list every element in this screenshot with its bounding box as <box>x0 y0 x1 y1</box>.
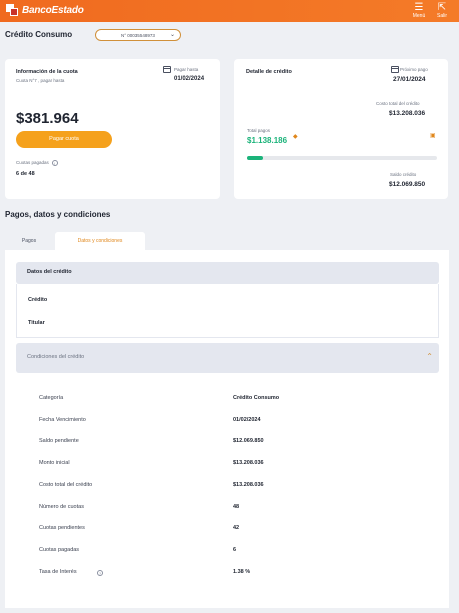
datos-credito-header[interactable]: Datos del crédito <box>16 262 439 284</box>
total-payments-value: $1.138.186 <box>247 136 288 145</box>
condicion-key: Fecha Vencimiento <box>39 416 86 423</box>
account-select[interactable]: N° 00035548973 ⌄ <box>95 29 181 41</box>
total-payments-label: Total pagos <box>247 128 271 133</box>
payments-progress-bar <box>247 156 437 160</box>
cuota-card-title: Información de la cuota <box>16 69 78 75</box>
detail-card-title: Detalle de crédito <box>246 69 292 75</box>
total-cost-label: Costo total del crédito <box>376 101 420 106</box>
calendar-icon <box>163 66 171 73</box>
condicion-key: Cuotas pendientes <box>39 525 85 532</box>
tag-icon: ◆ <box>293 134 298 140</box>
chevron-up-icon: ⌃ <box>426 352 433 361</box>
top-bar: BancoEstado ☰ Menú ⇱ Salir <box>0 0 459 22</box>
datos-item-credito[interactable]: Crédito <box>28 297 47 303</box>
condicion-key: Monto inicial <box>39 460 70 467</box>
condicion-row: Número de cuotas 48 <box>34 504 434 514</box>
condicion-row: Cuotas pendientes 42 <box>34 525 434 535</box>
chevron-down-icon: ⌄ <box>169 32 175 38</box>
total-cost-value: $13.208.036 <box>389 110 426 117</box>
account-select-value: N° 00035548973 <box>121 32 155 38</box>
exit-button[interactable]: ⇱ Salir <box>432 2 452 19</box>
condicion-row: Monto inicial $13.208.036 <box>34 460 434 470</box>
condicion-key: Saldo pendiente <box>39 438 79 445</box>
due-date: 01/02/2024 <box>174 76 205 82</box>
condicion-row: Categoría Crédito Consumo <box>34 395 434 405</box>
condicion-value: Crédito Consumo <box>233 395 280 401</box>
tab-pagos[interactable]: Pagos <box>5 232 53 250</box>
wallet-icon: ▣ <box>430 133 436 139</box>
brand-name: BancoEstado <box>22 4 84 16</box>
condicion-row: Tasa de Interés? 1.38 % <box>34 569 434 579</box>
condicion-value: 1.38 % <box>233 568 251 575</box>
cuota-info-card: Información de la cuota Cuota N°7 , paga… <box>5 59 220 199</box>
condicion-key: Cuotas pagadas <box>39 546 80 553</box>
condicion-row: Cuotas pagadas 6 <box>34 547 434 557</box>
section-title: Pagos, datos y condiciones <box>5 210 111 219</box>
info-icon[interactable]: ? <box>97 569 103 576</box>
title-row: Crédito Consumo N° 00035548973 ⌄ <box>0 26 459 46</box>
condicion-value: $13.208.036 <box>233 481 264 488</box>
next-payment-date: 27/01/2024 <box>393 76 426 83</box>
page-title: Crédito Consumo <box>5 30 73 39</box>
condicion-value: $13.208.036 <box>233 460 264 467</box>
condicion-row: Costo total del crédito $13.208.036 <box>34 482 434 492</box>
condicion-key: Categoría <box>39 395 64 401</box>
calendar-icon <box>391 66 399 73</box>
condicion-value: 6 <box>233 546 237 553</box>
bank-logo[interactable]: BancoEstado <box>6 4 84 16</box>
balance-value: $12.069.850 <box>389 181 426 188</box>
condicion-row: Fecha Vencimiento 01/02/2024 <box>34 417 434 427</box>
condicion-value: $12.069.850 <box>233 438 264 445</box>
datos-credito-body: Crédito Titular <box>16 284 439 338</box>
condiciones-credito-header[interactable]: Condiciones del crédito ⌃ <box>16 343 439 373</box>
balance-label: Saldo crédito <box>390 172 417 177</box>
condicion-key: Número de cuotas <box>39 503 84 510</box>
paid-value: 6 de 48 <box>16 171 35 177</box>
pay-cuota-button[interactable]: Pagar cuota <box>16 131 112 148</box>
logo-icon <box>6 4 18 16</box>
condicion-value: 42 <box>233 525 240 532</box>
menu-button[interactable]: ☰ Menú <box>409 2 429 19</box>
condicion-key: Costo total del crédito <box>39 481 93 488</box>
condicion-row: Saldo pendiente $12.069.850 <box>34 438 434 448</box>
exit-icon: ⇱ <box>437 2 447 13</box>
hamburger-icon: ☰ <box>414 2 424 13</box>
payments-progress-fill <box>247 156 264 160</box>
next-payment-label: Próximo pago <box>400 67 428 72</box>
paid-label: Cuotas pagadas i <box>16 160 58 166</box>
credit-detail-card: Detalle de crédito Próximo pago 27/01/20… <box>234 59 448 199</box>
due-label: Pagar hasta <box>174 67 199 72</box>
tab-panel: Datos del crédito Crédito Titular Condic… <box>5 250 449 608</box>
condicion-value: 01/02/2024 <box>233 416 261 423</box>
condicion-key: Tasa de Interés <box>39 568 77 575</box>
cuota-subtitle: Cuota N°7 , pagar hasta <box>16 78 65 83</box>
datos-item-titular[interactable]: Titular <box>28 320 45 326</box>
info-icon[interactable]: i <box>51 160 58 166</box>
tab-datos-condiciones[interactable]: Datos y condiciones <box>55 232 145 250</box>
cuota-amount: $381.964 <box>16 110 79 127</box>
condicion-value: 48 <box>233 503 240 510</box>
